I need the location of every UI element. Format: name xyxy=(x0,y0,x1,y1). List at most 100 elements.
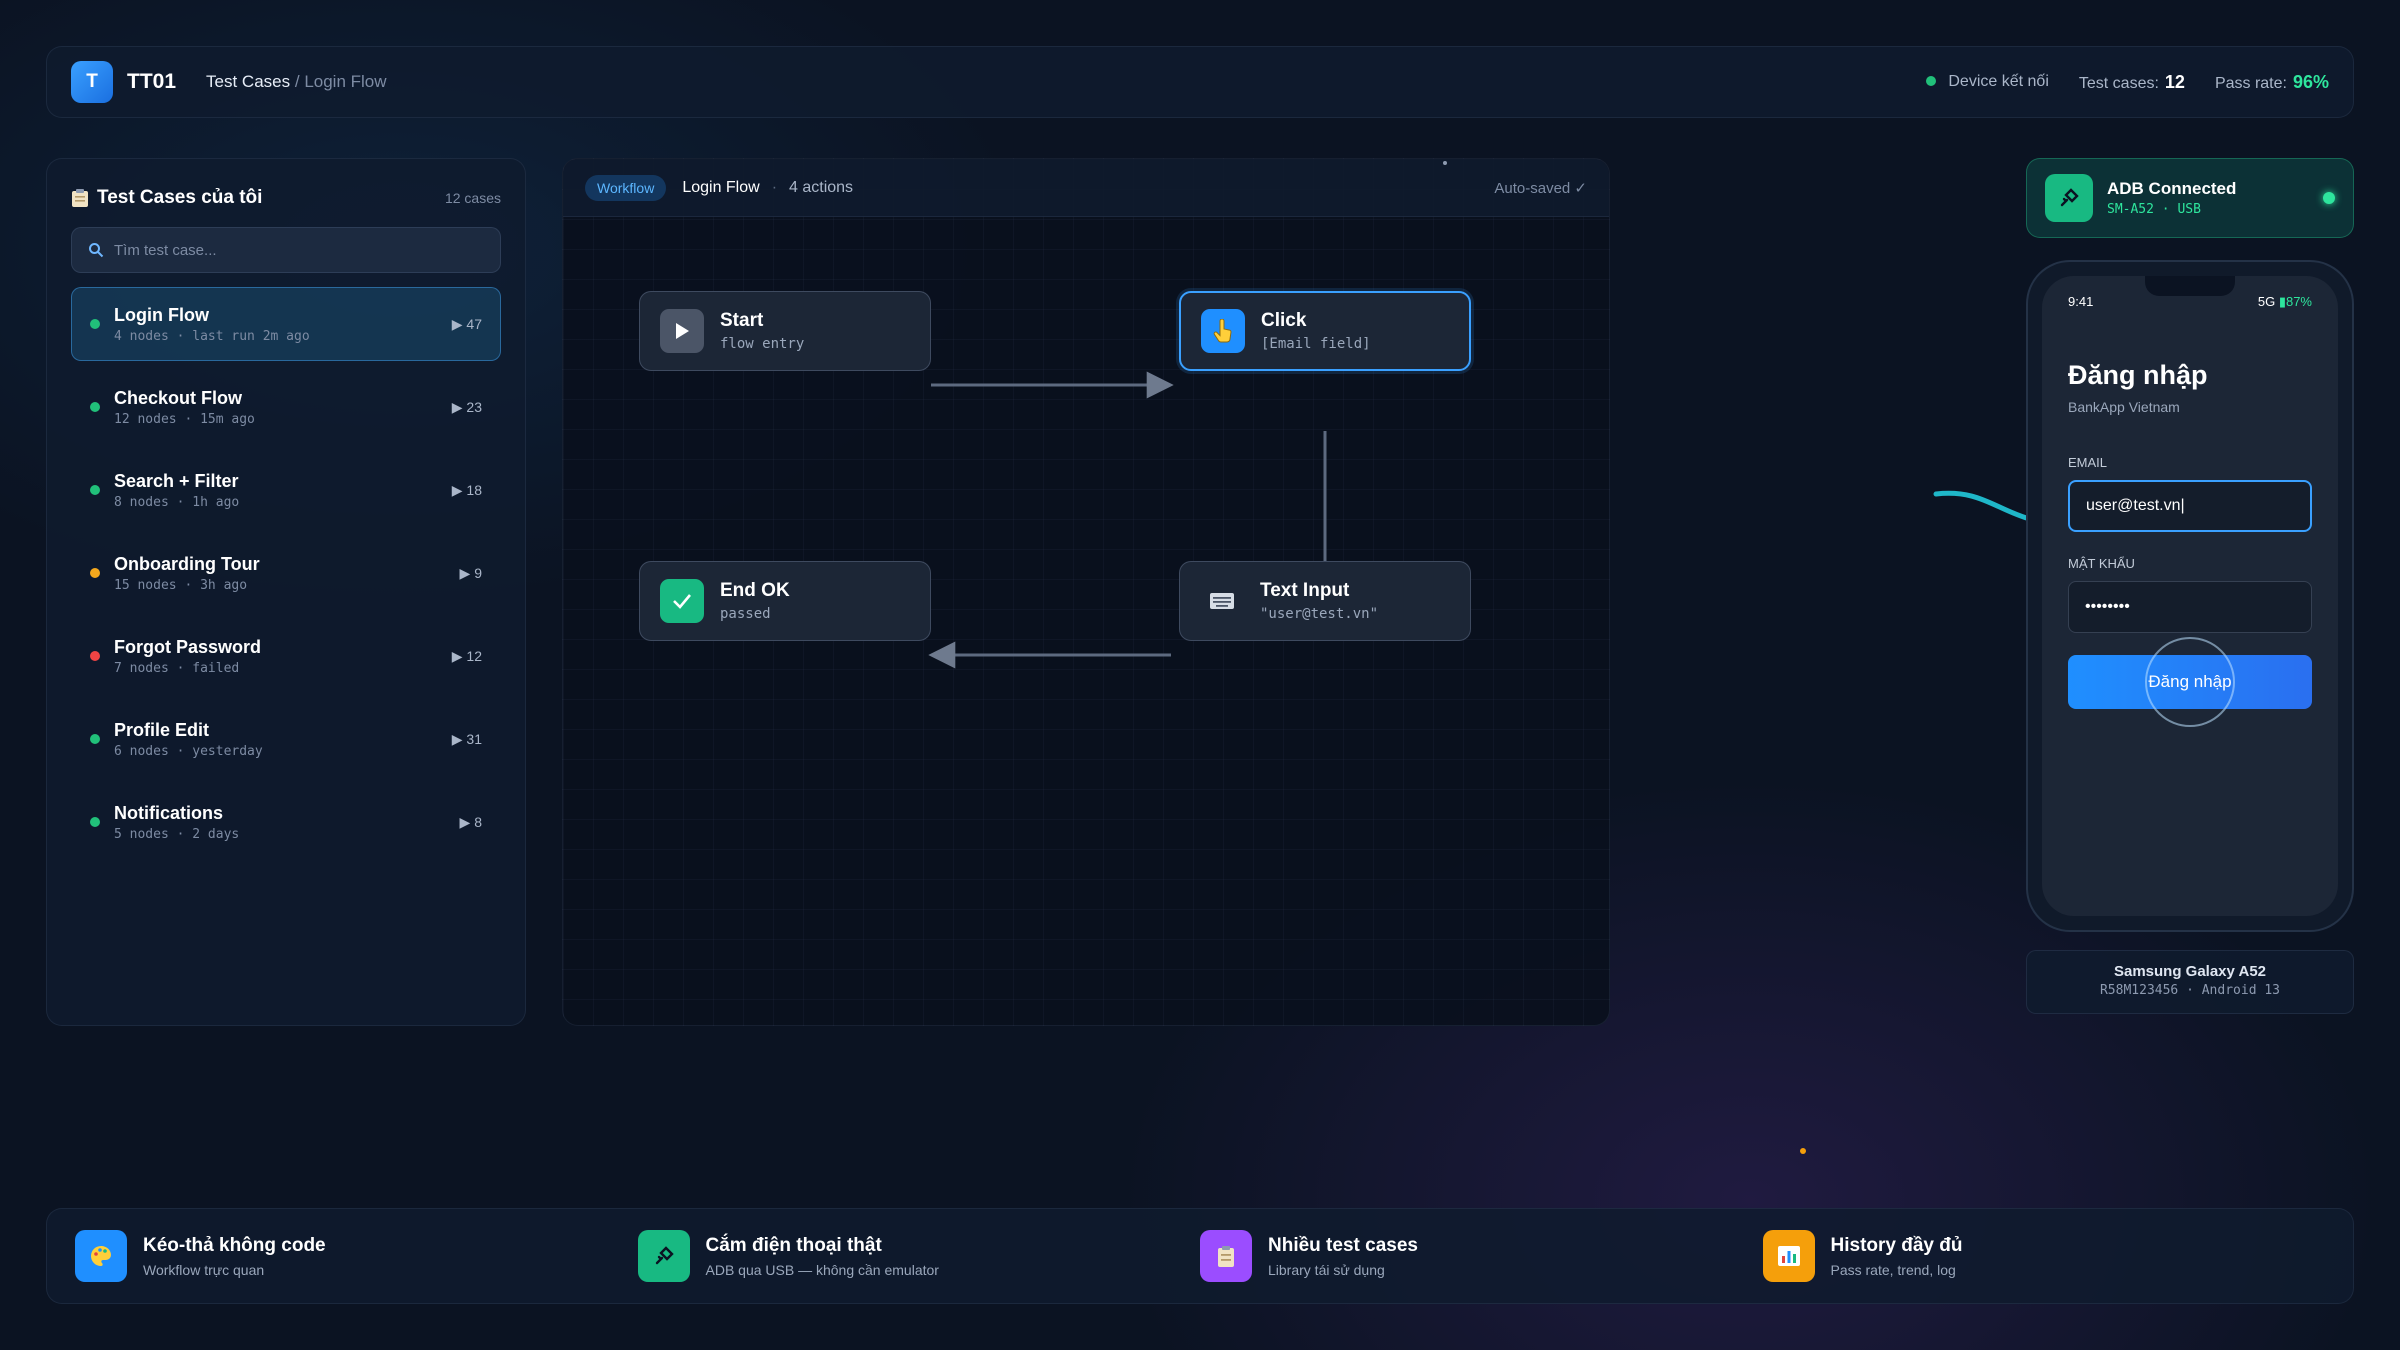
feature-subtitle: Workflow trực quan xyxy=(143,1261,265,1278)
list-item[interactable]: Forgot Password 7 nodes · failed ▶ 12 xyxy=(71,619,501,693)
case-name: Onboarding Tour xyxy=(114,553,260,574)
check-icon xyxy=(660,579,704,623)
adb-subtitle: SM-A52 · USB xyxy=(2107,202,2201,217)
app-logo[interactable]: T xyxy=(71,61,113,103)
node-click[interactable]: Click [Email field] xyxy=(1179,291,1471,371)
run-count: ▶ 12 xyxy=(451,647,482,664)
case-count: 12 cases xyxy=(444,190,501,206)
test-case-list: Login Flow 4 nodes · last run 2m ago ▶ 47… xyxy=(71,287,501,859)
phone-notch xyxy=(2145,276,2235,296)
list-item[interactable]: Profile Edit 6 nodes · yesterday ▶ 31 xyxy=(71,702,501,776)
run-count: ▶ 31 xyxy=(451,730,482,747)
feature-subtitle: ADB qua USB — không cần emulator xyxy=(705,1261,939,1278)
node-title: Text Input xyxy=(1260,580,1350,601)
list-item[interactable]: Checkout Flow 12 nodes · 15m ago ▶ 23 xyxy=(71,370,501,444)
password-label: MẬT KHẨU xyxy=(2068,556,2135,571)
search-input[interactable] xyxy=(114,241,484,259)
phone-screen[interactable]: 9:41 5G ▮87% Đăng nhập BankApp Vietnam E… xyxy=(2042,276,2338,916)
feature-title: Cắm điện thoại thật xyxy=(705,1234,882,1256)
status-dot-icon xyxy=(90,568,100,578)
sidebar-header: Test Cases của tôi 12 cases xyxy=(71,183,501,213)
node-title: End OK xyxy=(720,580,790,601)
login-button[interactable]: Đăng nhập xyxy=(2068,637,2312,727)
case-name: Login Flow xyxy=(114,304,209,325)
device-status-label: Device kết nối xyxy=(1948,73,2049,90)
list-item[interactable]: Login Flow 4 nodes · last run 2m ago ▶ 47 xyxy=(71,287,501,361)
case-meta: 15 nodes · 3h ago xyxy=(114,577,248,593)
feature-bar: Kéo-thả không code Workflow trực quan Cắm… xyxy=(46,1208,2354,1304)
feature-title: History đầy đủ xyxy=(1830,1234,1963,1256)
status-dot-icon xyxy=(90,319,100,329)
device-serial: R58M123456 · Android 13 xyxy=(2099,983,2280,998)
palette-icon xyxy=(75,1230,127,1282)
run-count: ▶ 18 xyxy=(451,481,482,498)
status-dot-icon xyxy=(1925,76,1936,86)
email-field[interactable]: user@test.vn | xyxy=(2068,480,2312,532)
node-subtitle: [Email field] xyxy=(1261,336,1371,352)
node-subtitle: passed xyxy=(720,606,771,622)
status-dot-icon xyxy=(90,651,100,661)
login-title: Đăng nhập xyxy=(2068,360,2208,390)
phone-time: 9:41 xyxy=(2068,294,2094,309)
login-subtitle: BankApp Vietnam xyxy=(2068,399,2180,415)
search-box[interactable] xyxy=(71,227,501,273)
connected-indicator-icon xyxy=(2323,192,2335,204)
case-meta: 8 nodes · 1h ago xyxy=(114,494,240,510)
password-value: •••••••• xyxy=(2085,598,2130,615)
clipboard-icon xyxy=(1200,1230,1252,1282)
workflow-canvas[interactable]: Workflow Login Flow · 4 actions Auto-sav… xyxy=(562,158,1610,1026)
feature-subtitle: Library tái sử dụng xyxy=(1268,1261,1385,1278)
device-info: Samsung Galaxy A52 R58M123456 · Android … xyxy=(2026,950,2354,1014)
case-meta: 6 nodes · yesterday xyxy=(114,743,263,759)
password-field[interactable]: •••••••• xyxy=(2068,581,2312,633)
pass-rate-stat: Pass rate: 96% xyxy=(2215,72,2329,93)
case-meta: 5 nodes · 2 days xyxy=(114,826,240,842)
feature-item: Nhiều test cases Library tái sử dụng xyxy=(1200,1230,1763,1282)
node-subtitle: flow entry xyxy=(720,336,805,352)
decorative-dot xyxy=(1800,1148,1806,1154)
phone-network: 5G xyxy=(2257,294,2276,309)
adb-status-card: ADB Connected SM-A52 · USB xyxy=(2026,158,2354,238)
run-count: ▶ 8 xyxy=(459,813,482,830)
list-item[interactable]: Onboarding Tour 15 nodes · 3h ago ▶ 9 xyxy=(71,536,501,610)
case-name: Forgot Password xyxy=(114,636,262,657)
top-bar: T TT01 Test Cases / Login Flow Device kế… xyxy=(46,46,2354,118)
adb-title: ADB Connected xyxy=(2107,179,2237,198)
feature-item: History đầy đủ Pass rate, trend, log xyxy=(1762,1230,2326,1282)
node-start[interactable]: Start flow entry xyxy=(639,291,931,371)
decorative-dot xyxy=(1443,161,1447,165)
status-dot-icon xyxy=(90,817,100,827)
test-cases-label: Test cases: xyxy=(2078,74,2159,92)
sidebar-title-text: Test Cases của tôi xyxy=(97,187,263,208)
breadcrumb-test-cases[interactable]: Test Cases xyxy=(206,72,290,91)
case-meta: 7 nodes · failed xyxy=(114,660,240,676)
test-cases-stat: Test cases: 12 xyxy=(2079,72,2185,93)
breadcrumb: Test Cases / Login Flow xyxy=(206,72,387,92)
case-name: Notifications xyxy=(114,802,224,823)
run-count: ▶ 23 xyxy=(451,398,482,415)
email-value: user@test.vn xyxy=(2086,497,2181,514)
node-title: Start xyxy=(720,310,764,331)
node-title: Click xyxy=(1261,310,1307,331)
pointer-hand-icon xyxy=(1201,309,1245,353)
test-case-sidebar: Test Cases của tôi 12 cases Login Flow 4 … xyxy=(46,158,526,1026)
breadcrumb-current: Login Flow xyxy=(304,72,387,91)
sidebar-title: Test Cases của tôi xyxy=(71,187,262,209)
header-stats: Device kết nối Test cases: 12 Pass rate: 9… xyxy=(1925,72,2329,93)
play-icon xyxy=(660,309,704,353)
node-end[interactable]: End OK passed xyxy=(639,561,931,641)
brand-name: TT01 xyxy=(127,70,177,93)
breadcrumb-separator: / xyxy=(294,72,300,91)
keyboard-icon xyxy=(1200,579,1244,623)
device-name: Samsung Galaxy A52 xyxy=(2113,963,2266,980)
email-label: EMAIL xyxy=(2068,455,2108,470)
list-item[interactable]: Search + Filter 8 nodes · 1h ago ▶ 18 xyxy=(71,453,501,527)
list-item[interactable]: Notifications 5 nodes · 2 days ▶ 8 xyxy=(71,785,501,859)
node-text-input[interactable]: Text Input "user@test.vn" xyxy=(1179,561,1471,641)
feature-title: Nhiều test cases xyxy=(1268,1234,1418,1256)
feature-item: Kéo-thả không code Workflow trực quan xyxy=(75,1230,638,1282)
pass-rate-label: Pass rate: xyxy=(2214,74,2287,92)
tap-indicator xyxy=(2145,637,2235,727)
device-status: Device kết nối xyxy=(1925,73,2049,91)
search-icon xyxy=(89,243,104,258)
